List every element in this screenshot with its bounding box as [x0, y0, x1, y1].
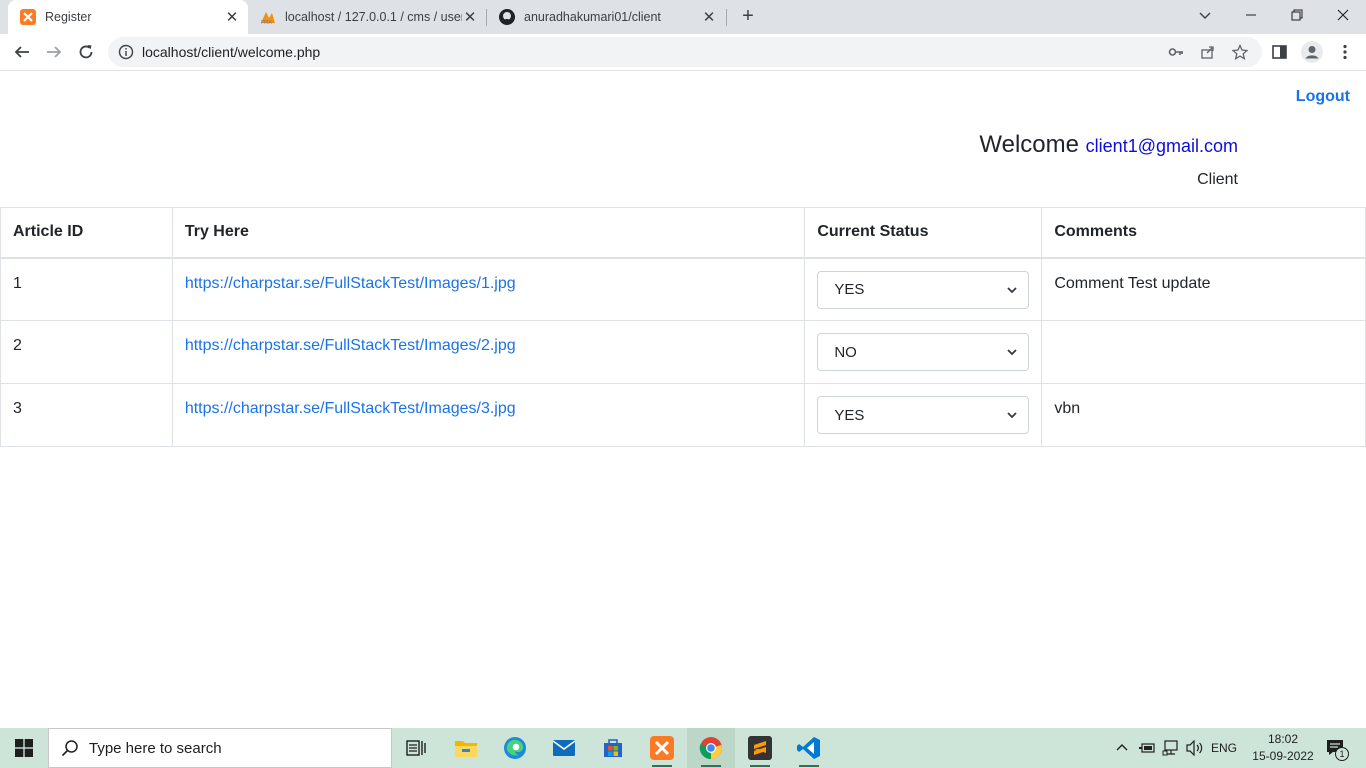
key-icon[interactable]	[1168, 44, 1184, 60]
tab-phpmyadmin[interactable]: PMA localhost / 127.0.0.1 / cms / user ✕	[248, 0, 486, 34]
minimize-button[interactable]	[1228, 0, 1274, 30]
try-here-cell: https://charpstar.se/FullStackTest/Image…	[171, 257, 806, 321]
welcome-heading: Welcome client1@gmail.com	[979, 131, 1238, 159]
status-cell: NO	[804, 320, 1043, 384]
status-value: YES	[834, 406, 865, 424]
url-text[interactable]: localhost/client/welcome.php	[142, 44, 320, 60]
browser-menu-icon[interactable]	[1336, 43, 1354, 61]
file-explorer-icon[interactable]	[442, 728, 490, 768]
windows-taskbar: Type here to search ENG 18:02 15-09-2022…	[0, 728, 1366, 768]
tab-title: Register	[45, 10, 92, 24]
github-icon	[499, 9, 515, 25]
status-value: NO	[834, 343, 857, 361]
table-row: 3 https://charpstar.se/FullStackTest/Ima…	[0, 383, 1366, 447]
windows-start-button[interactable]	[0, 728, 48, 768]
address-bar[interactable]: localhost/client/welcome.php	[108, 37, 1262, 67]
article-id-cell: 1	[0, 257, 173, 321]
status-select[interactable]: YES	[817, 270, 1030, 309]
article-link[interactable]: https://charpstar.se/FullStackTest/Image…	[185, 275, 516, 292]
article-id-cell: 3	[0, 383, 173, 447]
chevron-down-icon	[1007, 412, 1017, 419]
clock-time: 18:02	[1267, 732, 1299, 746]
side-panel-icon[interactable]	[1271, 43, 1289, 61]
share-icon[interactable]	[1200, 44, 1216, 60]
table-header-row: Article ID Try Here Current Status Comme…	[0, 207, 1366, 259]
show-hidden-icons-chevron-icon[interactable]	[1112, 728, 1132, 768]
close-icon[interactable]: ✕	[701, 9, 717, 26]
network-icon[interactable]	[1160, 728, 1182, 768]
column-header-try-here: Try Here	[171, 207, 806, 259]
column-header-comments: Comments	[1041, 207, 1366, 259]
notification-badge: 1	[1335, 747, 1349, 761]
welcome-label: Welcome	[979, 131, 1079, 158]
article-id-cell: 2	[0, 320, 173, 384]
status-select[interactable]: NO	[817, 333, 1030, 371]
vscode-icon[interactable]	[785, 728, 833, 768]
tab-github[interactable]: anuradhakumari01/client ✕	[487, 0, 725, 34]
status-value: YES	[834, 281, 865, 298]
tab-title: anuradhakumari01/client	[524, 10, 661, 24]
close-icon[interactable]: ✕	[462, 9, 478, 26]
column-header-article-id: Article ID	[0, 207, 173, 259]
windows-logo-icon	[15, 739, 33, 757]
comment-cell	[1041, 320, 1366, 384]
try-here-cell: https://charpstar.se/FullStackTest/Image…	[171, 320, 806, 384]
chrome-taskbar-icon[interactable]	[687, 728, 735, 768]
clock-date: 15-09-2022	[1252, 749, 1314, 763]
tab-register[interactable]: Register ✕	[8, 0, 248, 34]
close-window-button[interactable]	[1320, 0, 1366, 30]
chevron-down-icon	[1007, 286, 1017, 293]
task-view-icon[interactable]	[392, 728, 440, 768]
taskbar-search-box[interactable]: Type here to search	[48, 728, 392, 768]
status-cell: YES	[804, 383, 1043, 447]
restore-button[interactable]	[1274, 0, 1320, 30]
try-here-cell: https://charpstar.se/FullStackTest/Image…	[171, 383, 806, 447]
status-select[interactable]: YES	[817, 396, 1030, 434]
bookmark-star-icon[interactable]	[1231, 43, 1249, 61]
page-content: Logout Welcome client1@gmail.com Client …	[0, 71, 1366, 728]
logout-link[interactable]: Logout	[1296, 88, 1350, 106]
column-header-current-status: Current Status	[804, 207, 1043, 259]
user-email: client1@gmail.com	[1085, 136, 1238, 156]
language-indicator[interactable]: ENG	[1208, 728, 1240, 768]
reload-button[interactable]	[72, 38, 100, 66]
status-cell: YES	[804, 257, 1043, 321]
svg-text:PMA: PMA	[261, 20, 272, 25]
tab-title: localhost / 127.0.0.1 / cms / user	[285, 10, 462, 24]
mail-icon[interactable]	[540, 728, 588, 768]
microsoft-store-icon[interactable]	[589, 728, 637, 768]
article-link[interactable]: https://charpstar.se/FullStackTest/Image…	[185, 337, 516, 354]
tab-search-chevron-icon[interactable]	[1182, 0, 1228, 30]
taskbar-clock[interactable]: 18:02 15-09-2022	[1250, 731, 1316, 765]
close-icon[interactable]: ✕	[224, 9, 240, 26]
article-link[interactable]: https://charpstar.se/FullStackTest/Image…	[185, 400, 516, 417]
comment-cell: Comment Test update	[1041, 257, 1366, 321]
browser-tab-strip: Register ✕ PMA localhost / 127.0.0.1 / c…	[0, 0, 1366, 34]
chevron-down-icon	[1007, 349, 1017, 356]
search-icon	[61, 740, 78, 757]
user-role: Client	[1197, 171, 1238, 188]
xampp-taskbar-icon[interactable]	[638, 728, 686, 768]
xampp-icon	[20, 9, 36, 25]
browser-toolbar: localhost/client/welcome.php	[0, 34, 1366, 71]
back-button[interactable]	[8, 38, 36, 66]
search-placeholder: Type here to search	[89, 739, 222, 757]
table-row: 1 https://charpstar.se/FullStackTest/Ima…	[0, 257, 1366, 321]
phpmyadmin-icon: PMA	[260, 9, 276, 25]
volume-icon[interactable]	[1184, 728, 1206, 768]
sublime-text-icon[interactable]	[736, 728, 784, 768]
site-info-icon[interactable]	[118, 44, 134, 60]
new-tab-button[interactable]: +	[737, 5, 759, 27]
edge-browser-icon[interactable]	[491, 728, 539, 768]
articles-table: Article ID Try Here Current Status Comme…	[0, 207, 1366, 447]
notification-center-icon[interactable]: 1	[1320, 728, 1352, 768]
table-row: 2 https://charpstar.se/FullStackTest/Ima…	[0, 320, 1366, 384]
battery-power-icon[interactable]	[1136, 728, 1158, 768]
forward-button[interactable]	[40, 38, 68, 66]
comment-cell: vbn	[1041, 383, 1366, 447]
tab-separator	[726, 9, 727, 26]
profile-avatar-icon[interactable]	[1301, 41, 1323, 63]
